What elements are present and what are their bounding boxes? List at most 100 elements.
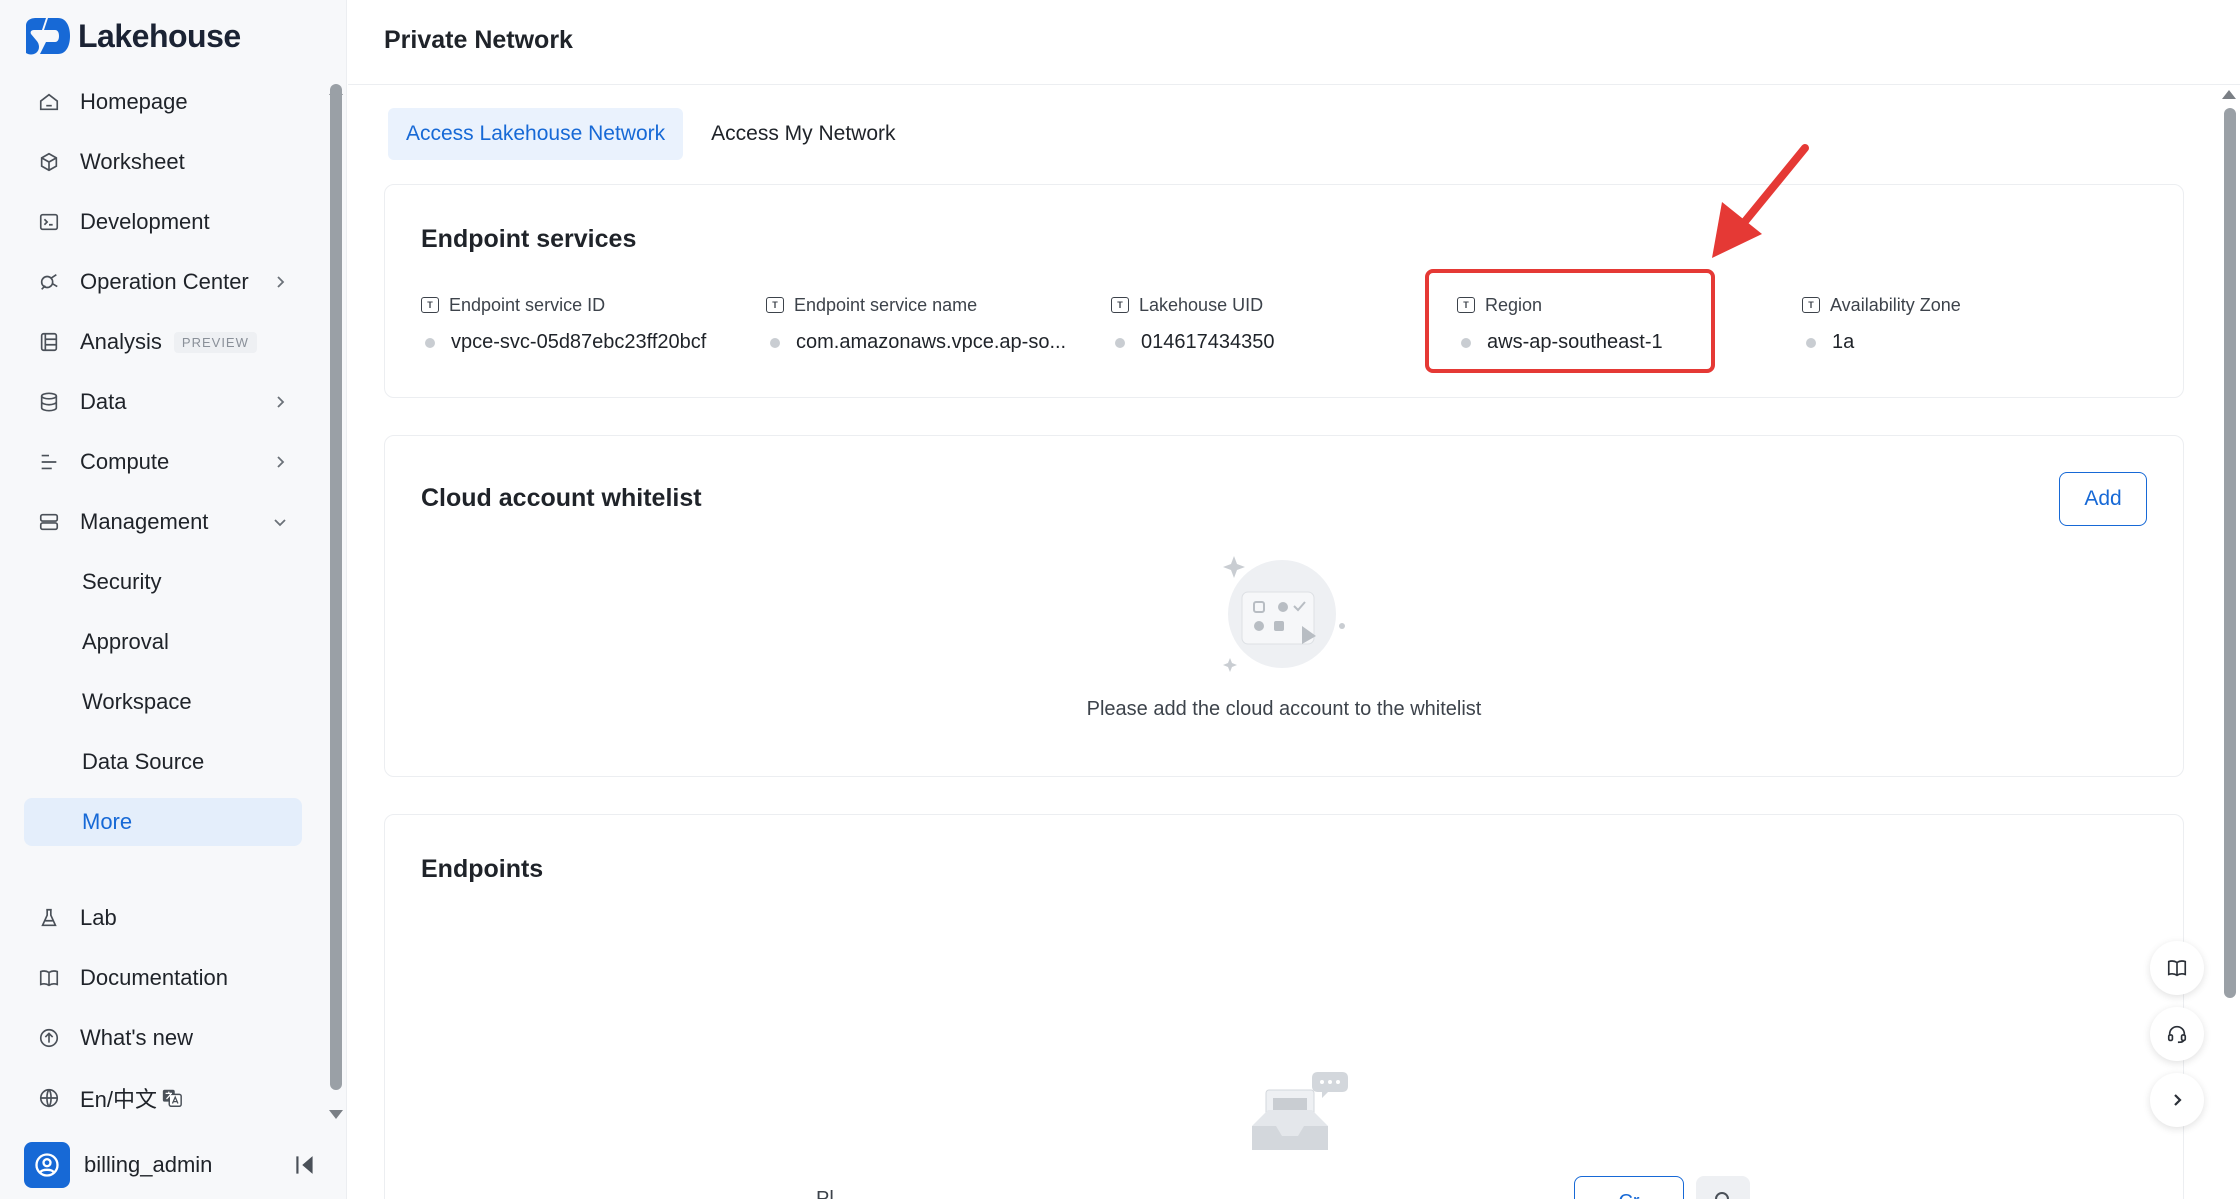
home-icon — [36, 89, 62, 115]
sidebar-item-data[interactable]: Data — [24, 372, 302, 432]
sidebar-item-documentation[interactable]: Documentation — [24, 948, 302, 1008]
sidebar-item-compute[interactable]: Compute — [24, 432, 302, 492]
user-name: billing_admin — [84, 1152, 213, 1177]
sidebar-item-label: Documentation — [80, 965, 228, 990]
sidebar-scroll-down[interactable] — [329, 1110, 343, 1119]
empty-state-text: Please add the cloud account to the whit… — [1086, 698, 1482, 720]
sidebar-item-language[interactable]: En/中文 — [24, 1068, 302, 1128]
search-button-partial[interactable] — [1696, 1176, 1750, 1199]
status-dot — [425, 337, 435, 348]
sidebar-item-worksheet[interactable]: Worksheet — [24, 132, 302, 192]
region-highlight-box — [1425, 269, 1715, 373]
field-endpoint-service-name: T Endpoint service name com.amazonaws.vpc… — [766, 293, 1096, 354]
field-availability-zone: T Availability Zone 1a — [1802, 293, 2132, 354]
sidebar-item-label: Homepage — [80, 89, 188, 114]
endpoint-services-card: Endpoint services T Endpoint service ID v… — [384, 184, 2184, 398]
text-type-icon: T — [1111, 297, 1129, 313]
sidebar-item-development[interactable]: Development — [24, 192, 302, 252]
page-header: Private Network — [348, 0, 2240, 85]
search-icon — [1715, 1192, 1729, 1199]
sidebar-item-label: En/中文 — [80, 1087, 158, 1112]
sidebar-item-workspace[interactable]: Workspace — [24, 672, 302, 732]
sidebar-item-whats-new[interactable]: What's new — [24, 1008, 302, 1068]
sidebar-item-label: Worksheet — [80, 149, 185, 174]
headset-icon — [2167, 1025, 2187, 1044]
sidebar-item-more[interactable]: More — [24, 798, 302, 846]
tab-bar: Access Lakehouse Network Access My Netwo… — [388, 108, 924, 160]
text-type-icon: T — [421, 297, 439, 313]
arrow-up-circle-icon — [36, 1025, 62, 1051]
endpoint-services-title: Endpoint services — [421, 225, 637, 253]
empty-inbox-illustration-icon — [1252, 1072, 1348, 1150]
field-value: com.amazonaws.vpce.ap-so... — [796, 331, 1067, 353]
translate-icon — [162, 1089, 182, 1107]
sidebar-item-operation-center[interactable]: Operation Center — [24, 252, 302, 312]
sidebar-item-data-source[interactable]: Data Source — [24, 732, 302, 792]
terminal-icon — [36, 209, 62, 235]
sidebar-scrollbar[interactable] — [330, 84, 342, 1090]
sidebar-item-label: Operation Center — [80, 269, 249, 294]
sidebar-item-lab[interactable]: Lab — [24, 888, 302, 948]
sidebar-item-security[interactable]: Security — [24, 552, 302, 612]
chevron-right-icon — [277, 276, 285, 288]
chevron-right-icon — [277, 396, 285, 408]
field-lakehouse-uid: T Lakehouse UID 014617434350 — [1111, 293, 1441, 354]
preview-badge: PREVIEW — [173, 331, 257, 353]
sidebar-item-label: Analysis — [80, 329, 162, 354]
sidebar-item-analysis[interactable]: Analysis PREVIEW — [24, 312, 302, 372]
annotation-arrow-icon — [1712, 144, 1809, 258]
endpoints-hint-partial-text: Pl — [816, 1188, 834, 1199]
cube-icon — [36, 149, 62, 175]
text-type-icon: T — [766, 297, 784, 313]
support-float-button[interactable] — [2150, 1007, 2204, 1061]
field-value: vpce-svc-05d87ebc23ff20bcf — [451, 331, 707, 353]
avatar — [24, 1142, 70, 1188]
chevron-down-icon — [274, 519, 286, 527]
collapse-sidebar-icon[interactable] — [292, 1152, 318, 1178]
sidebar-item-homepage[interactable]: Homepage — [24, 72, 302, 132]
main-content: Access Lakehouse Network Access My Netwo… — [348, 86, 2222, 1199]
sidebar-item-label: Compute — [80, 449, 170, 474]
cloud-account-whitelist-card: Cloud account whitelist Add Please add t… — [384, 435, 2184, 777]
expand-float-button[interactable] — [2150, 1073, 2204, 1127]
tab-access-my-network[interactable]: Access My Network — [693, 108, 913, 160]
sidebar-item-label: Lab — [80, 905, 117, 930]
endpoints-title: Endpoints — [421, 855, 544, 883]
field-value: 1a — [1832, 331, 1855, 353]
status-dot — [1806, 337, 1816, 348]
field-label: Availability Zone — [1830, 294, 1961, 315]
field-endpoint-service-id: T Endpoint service ID vpce-svc-05d87ebc23… — [421, 293, 751, 354]
chevron-right-icon — [277, 456, 285, 468]
field-label: Endpoint service name — [794, 294, 978, 315]
sidebar-item-label: Data — [80, 389, 127, 414]
page-title: Private Network — [384, 26, 573, 54]
field-value: 014617434350 — [1141, 331, 1275, 353]
add-button[interactable]: Add — [2059, 472, 2147, 526]
status-dot — [770, 337, 780, 348]
sidebar-nav: Homepage Worksheet Development Operation… — [24, 72, 302, 852]
sidebar: Lakehouse Homepage Worksheet Development… — [0, 0, 347, 1199]
operation-icon — [36, 269, 62, 295]
sidebar-bottom-nav: Lab Documentation What's new En/中文 — [24, 888, 302, 1128]
logo[interactable]: Lakehouse — [22, 16, 241, 56]
server-icon — [36, 509, 62, 535]
app-name: Lakehouse — [78, 17, 241, 54]
field-label: Endpoint service ID — [449, 294, 606, 315]
main-scroll-up[interactable] — [2222, 90, 2236, 99]
compute-icon — [36, 449, 62, 475]
endpoints-card: Endpoints — [384, 814, 2184, 1199]
database-icon — [36, 389, 62, 415]
field-label: Lakehouse UID — [1139, 294, 1264, 315]
analysis-icon — [36, 329, 62, 355]
sidebar-item-management[interactable]: Management — [24, 492, 302, 552]
endpoint-fields: T Endpoint service ID vpce-svc-05d87ebc23… — [421, 293, 2181, 353]
globe-icon — [36, 1085, 62, 1111]
main-scrollbar[interactable] — [2224, 108, 2236, 998]
tab-access-lakehouse-network[interactable]: Access Lakehouse Network — [388, 108, 684, 160]
create-button-partial[interactable]: Cr — [1574, 1176, 1684, 1199]
flask-icon — [36, 905, 62, 931]
sidebar-item-approval[interactable]: Approval — [24, 612, 302, 672]
book-icon — [36, 965, 62, 991]
user-profile[interactable]: billing_admin — [24, 1140, 324, 1190]
docs-float-button[interactable] — [2150, 941, 2204, 995]
